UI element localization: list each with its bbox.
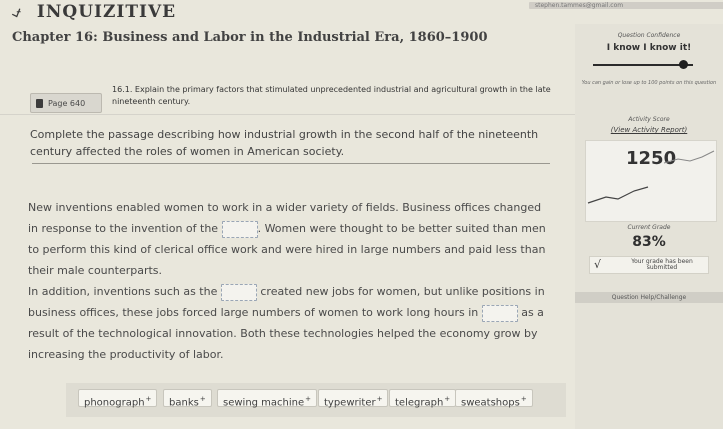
question-objective: 16.1. Explain the primary factors that s… — [112, 84, 562, 108]
question-number: 16.1. — [112, 85, 133, 94]
chapter-title: Chapter 16: Business and Labor in the In… — [12, 30, 488, 45]
user-email: stephen.tammes@gmail.com — [535, 2, 624, 9]
quiz-logo-icon: ⍻ — [12, 2, 22, 21]
instruction-divider — [32, 163, 550, 164]
word-chip-label: phonograph — [84, 397, 145, 409]
word-chip-sweatshops[interactable]: sweatshops+ — [455, 389, 533, 409]
right-panel: Question Confidence I know I know it! Yo… — [575, 24, 723, 429]
drag-marker: + — [376, 395, 383, 403]
question-help-button[interactable]: Question Help/Challenge — [575, 292, 723, 303]
confidence-note: You can gain or lose up to 100 points on… — [575, 80, 723, 87]
confidence-label: Question Confidence — [617, 32, 681, 39]
word-chip-phonograph[interactable]: phonograph+ — [78, 389, 158, 409]
confidence-slider-track[interactable] — [593, 64, 693, 66]
score-label: Activity Score — [628, 116, 670, 123]
word-chip-label: banks — [169, 397, 199, 409]
drag-marker: + — [444, 395, 451, 403]
passage: New inventions enabled women to work in … — [28, 197, 548, 365]
word-chip-sewing-machine[interactable]: sewing machine+ — [217, 389, 318, 409]
score-box: 1250 — [585, 140, 717, 222]
instruction-text: Complete the passage describing how indu… — [30, 128, 539, 158]
confidence-slider-handle[interactable] — [679, 60, 688, 69]
score-trend-icon — [587, 150, 715, 204]
page-reference-button[interactable]: Page 640 — [30, 93, 102, 113]
app-title: inQuizitive — [36, 2, 177, 22]
confidence-note-text: You can gain or lose up to 100 points on… — [581, 80, 717, 86]
submitted-text: Your grade has been submitted — [631, 258, 693, 271]
book-icon — [36, 99, 43, 108]
word-chip-typewriter[interactable]: typewriter+ — [318, 389, 389, 409]
top-bar: ⍻ inQuizitive stephen.tammes@gmail.com — [0, 0, 723, 24]
word-chip-telegraph[interactable]: telegraph+ — [389, 389, 457, 409]
drag-marker: + — [199, 395, 206, 403]
blank-1[interactable] — [221, 220, 258, 238]
user-account[interactable]: stephen.tammes@gmail.com — [529, 2, 723, 9]
blank-2[interactable] — [220, 283, 257, 301]
activity-report-link[interactable]: (View Activity Report) — [611, 126, 688, 134]
passage-text-3: In addition, inventions such as the — [28, 285, 218, 298]
word-chip-label: telegraph — [395, 397, 444, 409]
page-label: Page 640 — [48, 99, 86, 108]
header-divider — [0, 114, 575, 115]
drag-marker: + — [520, 395, 527, 403]
word-chip-label: typewriter — [324, 397, 376, 409]
activity-report-link-wrap: (View Activity Report) — [575, 126, 723, 134]
grade-value: 83% — [632, 234, 666, 250]
word-chip-banks[interactable]: banks+ — [163, 389, 212, 409]
grade-label: Current Grade — [627, 224, 671, 231]
confidence-value: I know I know it! — [606, 43, 692, 53]
checkmark-icon: √ — [594, 258, 602, 271]
drag-marker: + — [305, 395, 312, 403]
word-chip-label: sewing machine — [223, 397, 305, 409]
question-text: Explain the primary factors that stimula… — [112, 85, 551, 106]
blank-3[interactable] — [481, 304, 518, 322]
word-chip-label: sweatshops — [461, 397, 520, 409]
grade-submitted-badge: √ Your grade has been submitted — [589, 256, 709, 274]
app-logo[interactable]: ⍻ inQuizitive — [12, 2, 176, 22]
drag-marker: + — [145, 395, 152, 403]
